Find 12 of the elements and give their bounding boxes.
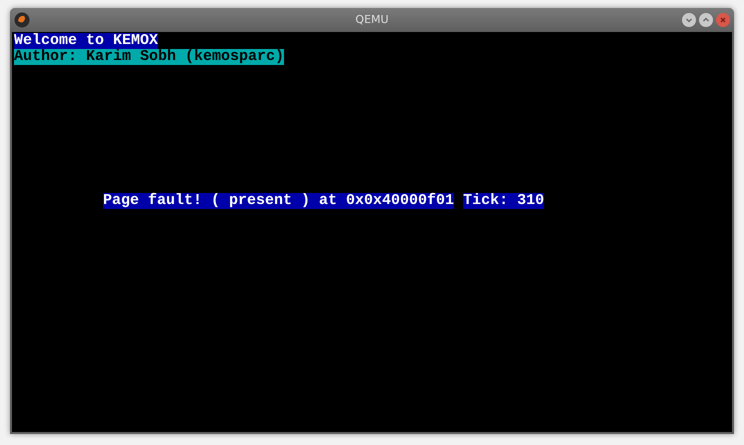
maximize-button[interactable] [699,13,713,27]
app-icon [14,12,30,28]
console-text: Welcome to KEMOX [14,33,158,49]
window-title: QEMU [355,12,389,28]
minimize-button[interactable] [682,13,696,27]
console-text: Page fault! ( present ) at 0x0x40000f01 [103,193,454,209]
chevron-down-icon [685,16,693,24]
console-text: Tick: 310 [463,193,544,209]
close-button[interactable] [716,13,730,27]
console-text: Author: Karim Sobh (kemosparc) [14,49,284,65]
close-icon [719,16,727,24]
chevron-up-icon [702,16,710,24]
